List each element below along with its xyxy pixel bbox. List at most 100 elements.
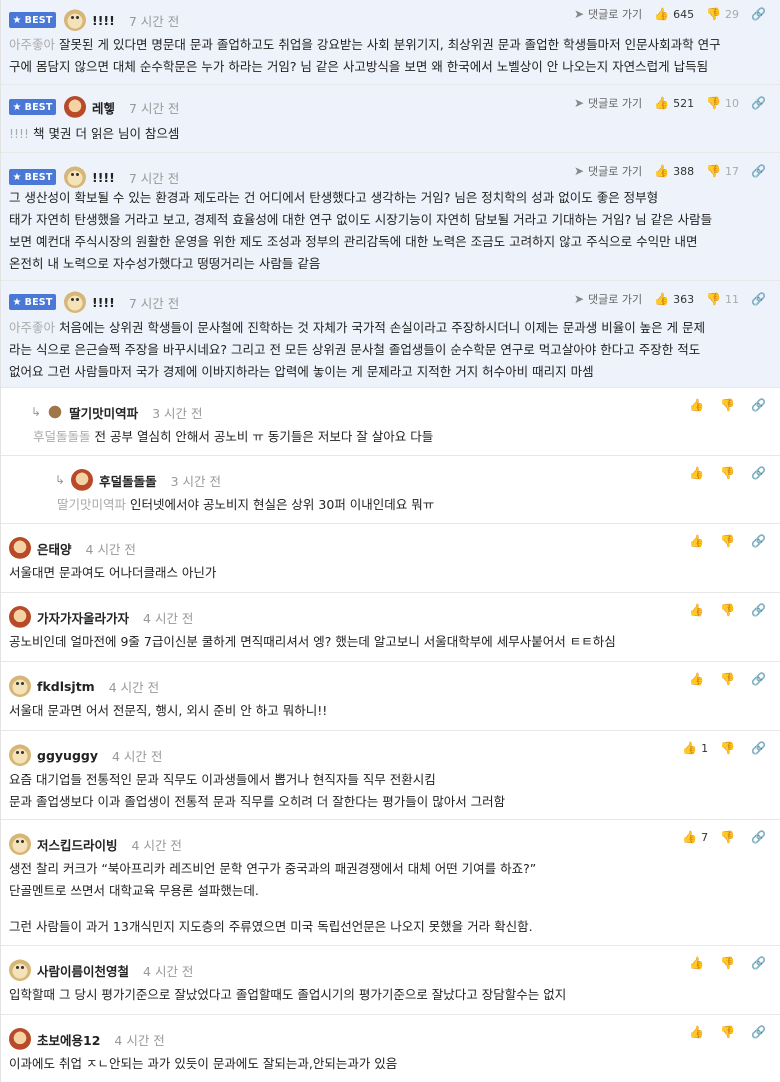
nickname[interactable]: !!!! xyxy=(92,170,115,185)
upvote-button[interactable]: 👍 xyxy=(689,956,708,970)
link-button[interactable]: 🔗 xyxy=(751,398,770,412)
nickname[interactable]: 후덜돌돌돌 xyxy=(99,471,157,490)
downvote-button[interactable]: 👎 10 xyxy=(706,96,739,110)
upvote-button[interactable]: 👍 xyxy=(689,398,708,412)
thumbs-up-icon: 👍 xyxy=(654,292,670,306)
avatar[interactable] xyxy=(47,404,64,420)
nickname[interactable]: 저스킵드라이빙 xyxy=(37,835,118,854)
nickname[interactable]: 초보에용12 xyxy=(37,1030,100,1049)
mention[interactable]: !!!! xyxy=(9,126,29,141)
comment: 저스킵드라이빙 4 시간 전 👍 7 👎 🔗 생전 찰리 커크가 “북아프리카 레… xyxy=(1,820,780,946)
timestamp: 4 시간 전 xyxy=(131,837,182,853)
upvote-button[interactable]: 👍 7 xyxy=(682,830,708,844)
goto-comment-link[interactable]: ➤ 댓글로 가기 xyxy=(574,6,642,22)
nickname[interactable]: fkdlsjtm xyxy=(37,679,95,694)
downvote-button[interactable]: 👎 xyxy=(720,398,739,412)
mention[interactable]: 후덜돌돌돌 xyxy=(33,429,91,444)
avatar[interactable] xyxy=(64,96,86,118)
comment-actions: ➤ 댓글로 가기 👍 363 👎 11 🔗 xyxy=(562,291,770,307)
link-icon: 🔗 xyxy=(751,7,766,21)
goto-comment-link[interactable]: ➤ 댓글로 가기 xyxy=(574,291,642,307)
link-button[interactable]: 🔗 xyxy=(751,534,770,548)
goto-comment-link[interactable]: ➤ 댓글로 가기 xyxy=(574,163,642,179)
upvote-button[interactable]: 👍 521 xyxy=(654,96,694,110)
upvote-button[interactable]: 👍 363 xyxy=(654,292,694,306)
downvote-button[interactable]: 👎 xyxy=(720,534,739,548)
avatar[interactable] xyxy=(64,9,86,31)
link-button[interactable]: 🔗 xyxy=(751,7,770,21)
avatar[interactable] xyxy=(9,959,31,981)
timestamp: 4 시간 전 xyxy=(143,610,194,626)
avatar[interactable] xyxy=(9,833,31,855)
nickname[interactable]: ggyuggy xyxy=(37,748,98,763)
thumbs-up-icon: 👍 xyxy=(654,164,670,178)
downvote-button[interactable]: 👎 xyxy=(720,466,739,480)
downvote-button[interactable]: 👎 xyxy=(720,672,739,686)
timestamp: 3 시간 전 xyxy=(152,405,203,421)
downvote-button[interactable]: 👎 xyxy=(720,1025,739,1039)
avatar[interactable] xyxy=(9,537,31,559)
avatar[interactable] xyxy=(9,675,31,697)
mention[interactable]: 아주좋아 xyxy=(9,37,55,52)
link-button[interactable]: 🔗 xyxy=(751,466,770,480)
downvote-button[interactable]: 👎 29 xyxy=(706,7,739,21)
upvote-button[interactable]: 👍 1 xyxy=(682,741,708,755)
downvote-button[interactable]: 👎 xyxy=(720,830,739,844)
goto-comment-link[interactable]: ➤ 댓글로 가기 xyxy=(574,95,642,111)
link-button[interactable]: 🔗 xyxy=(751,830,770,844)
link-button[interactable]: 🔗 xyxy=(751,603,770,617)
comment-actions: ➤ 댓글로 가기 👍 388 👎 17 🔗 xyxy=(562,163,770,179)
thumbs-down-icon: 👎 xyxy=(720,1025,736,1039)
comment-body: !!!! 책 몇권 더 읽은 님이 참으셈 xyxy=(9,126,180,141)
avatar[interactable] xyxy=(9,1028,31,1050)
timestamp: 4 시간 전 xyxy=(108,679,160,695)
link-button[interactable]: 🔗 xyxy=(751,956,770,970)
comment-body: 딸기맛미역파 인터넷에서야 공노비지 현실은 상위 30퍼 이내인데요 뭐ㅠ xyxy=(57,497,435,512)
downvote-button[interactable]: 👎 17 xyxy=(706,164,739,178)
comment-list: ★ BEST !!!! 7 시간 전 ➤ 댓글로 가기 👍 645 👎 29 🔗 아주좋… xyxy=(0,0,780,1082)
upvote-button[interactable]: 👍 xyxy=(689,603,708,617)
nickname[interactable]: !!!! xyxy=(92,295,115,310)
timestamp: 7 시간 전 xyxy=(128,170,180,186)
best-badge: ★ BEST xyxy=(9,99,56,115)
link-icon: 🔗 xyxy=(751,398,766,412)
link-button[interactable]: 🔗 xyxy=(751,164,770,178)
nickname[interactable]: 딸기맛미역파 xyxy=(69,403,138,422)
comment-body: 요즘 대기업들 전통적인 문과 직무도 이과생들에서 뽑거나 현직자들 직무 전… xyxy=(9,772,506,809)
send-icon: ➤ xyxy=(573,292,585,306)
avatar[interactable] xyxy=(64,291,86,313)
link-button[interactable]: 🔗 xyxy=(751,292,770,306)
nickname[interactable]: 레헿 xyxy=(92,98,115,117)
upvote-button[interactable]: 👍 645 xyxy=(654,7,694,21)
mention[interactable]: 아주좋아 xyxy=(9,320,55,335)
link-icon: 🔗 xyxy=(751,1025,766,1039)
link-button[interactable]: 🔗 xyxy=(751,672,770,686)
best-badge: ★ BEST xyxy=(9,169,56,185)
avatar[interactable] xyxy=(64,166,86,188)
avatar[interactable] xyxy=(9,606,31,628)
nickname[interactable]: 사람이름이천영철 xyxy=(37,961,129,980)
nickname[interactable]: 가자가자올라가자 xyxy=(37,608,129,627)
mention[interactable]: 딸기맛미역파 xyxy=(57,497,126,512)
upvote-button[interactable]: 👍 xyxy=(689,534,708,548)
link-icon: 🔗 xyxy=(751,164,766,178)
upvote-button[interactable]: 👍 xyxy=(689,466,708,480)
upvote-button[interactable]: 👍 xyxy=(689,672,708,686)
comment-body: 서울대면 문과여도 어나더클래스 아닌가 xyxy=(9,565,217,580)
link-button[interactable]: 🔗 xyxy=(751,96,770,110)
link-button[interactable]: 🔗 xyxy=(751,741,770,755)
nickname[interactable]: !!!! xyxy=(92,13,115,28)
nickname[interactable]: 은태양 xyxy=(37,539,72,558)
thumbs-up-icon: 👍 xyxy=(682,741,698,755)
link-button[interactable]: 🔗 xyxy=(751,1025,770,1039)
avatar[interactable] xyxy=(9,744,31,766)
downvote-button[interactable]: 👎 xyxy=(720,741,739,755)
downvote-button[interactable]: 👎 xyxy=(720,603,739,617)
downvote-button[interactable]: 👎 11 xyxy=(706,292,739,306)
upvote-button[interactable]: 👍 388 xyxy=(654,164,694,178)
downvote-button[interactable]: 👎 xyxy=(720,956,739,970)
upvote-button[interactable]: 👍 xyxy=(689,1025,708,1039)
avatar[interactable] xyxy=(71,469,94,491)
best-badge: ★ BEST xyxy=(9,294,56,310)
comment-actions: ➤ 댓글로 가기 👍 521 👎 10 🔗 xyxy=(562,95,770,111)
